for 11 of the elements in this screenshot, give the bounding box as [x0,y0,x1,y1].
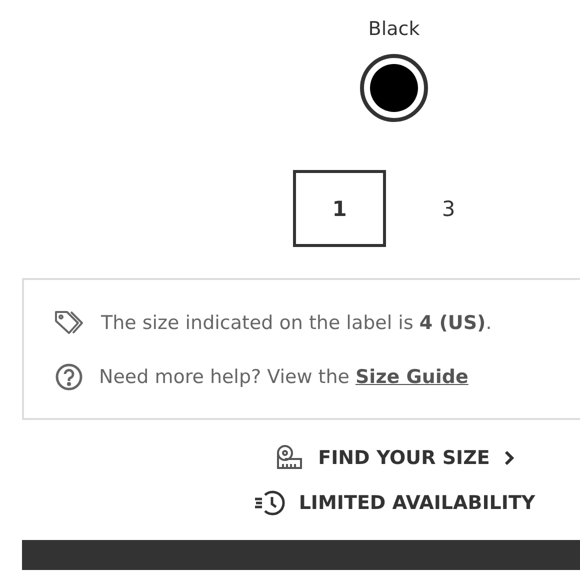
tag-icon [54,310,86,336]
label-size-text: The size indicated on the label is 4 (US). [101,312,492,334]
find-size-button[interactable]: FIND YOUR SIZE [274,444,514,472]
size-guide-link[interactable]: Size Guide [356,366,468,388]
color-label: Black [368,18,420,40]
help-text: Need more help? View the Size Guide [99,366,468,388]
availability-button[interactable]: LIMITED AVAILABILITY [252,490,536,516]
clock-icon [252,490,285,516]
measuring-tape-icon [274,444,304,472]
help-icon [54,362,84,392]
size-option[interactable]: 1 [293,170,386,247]
